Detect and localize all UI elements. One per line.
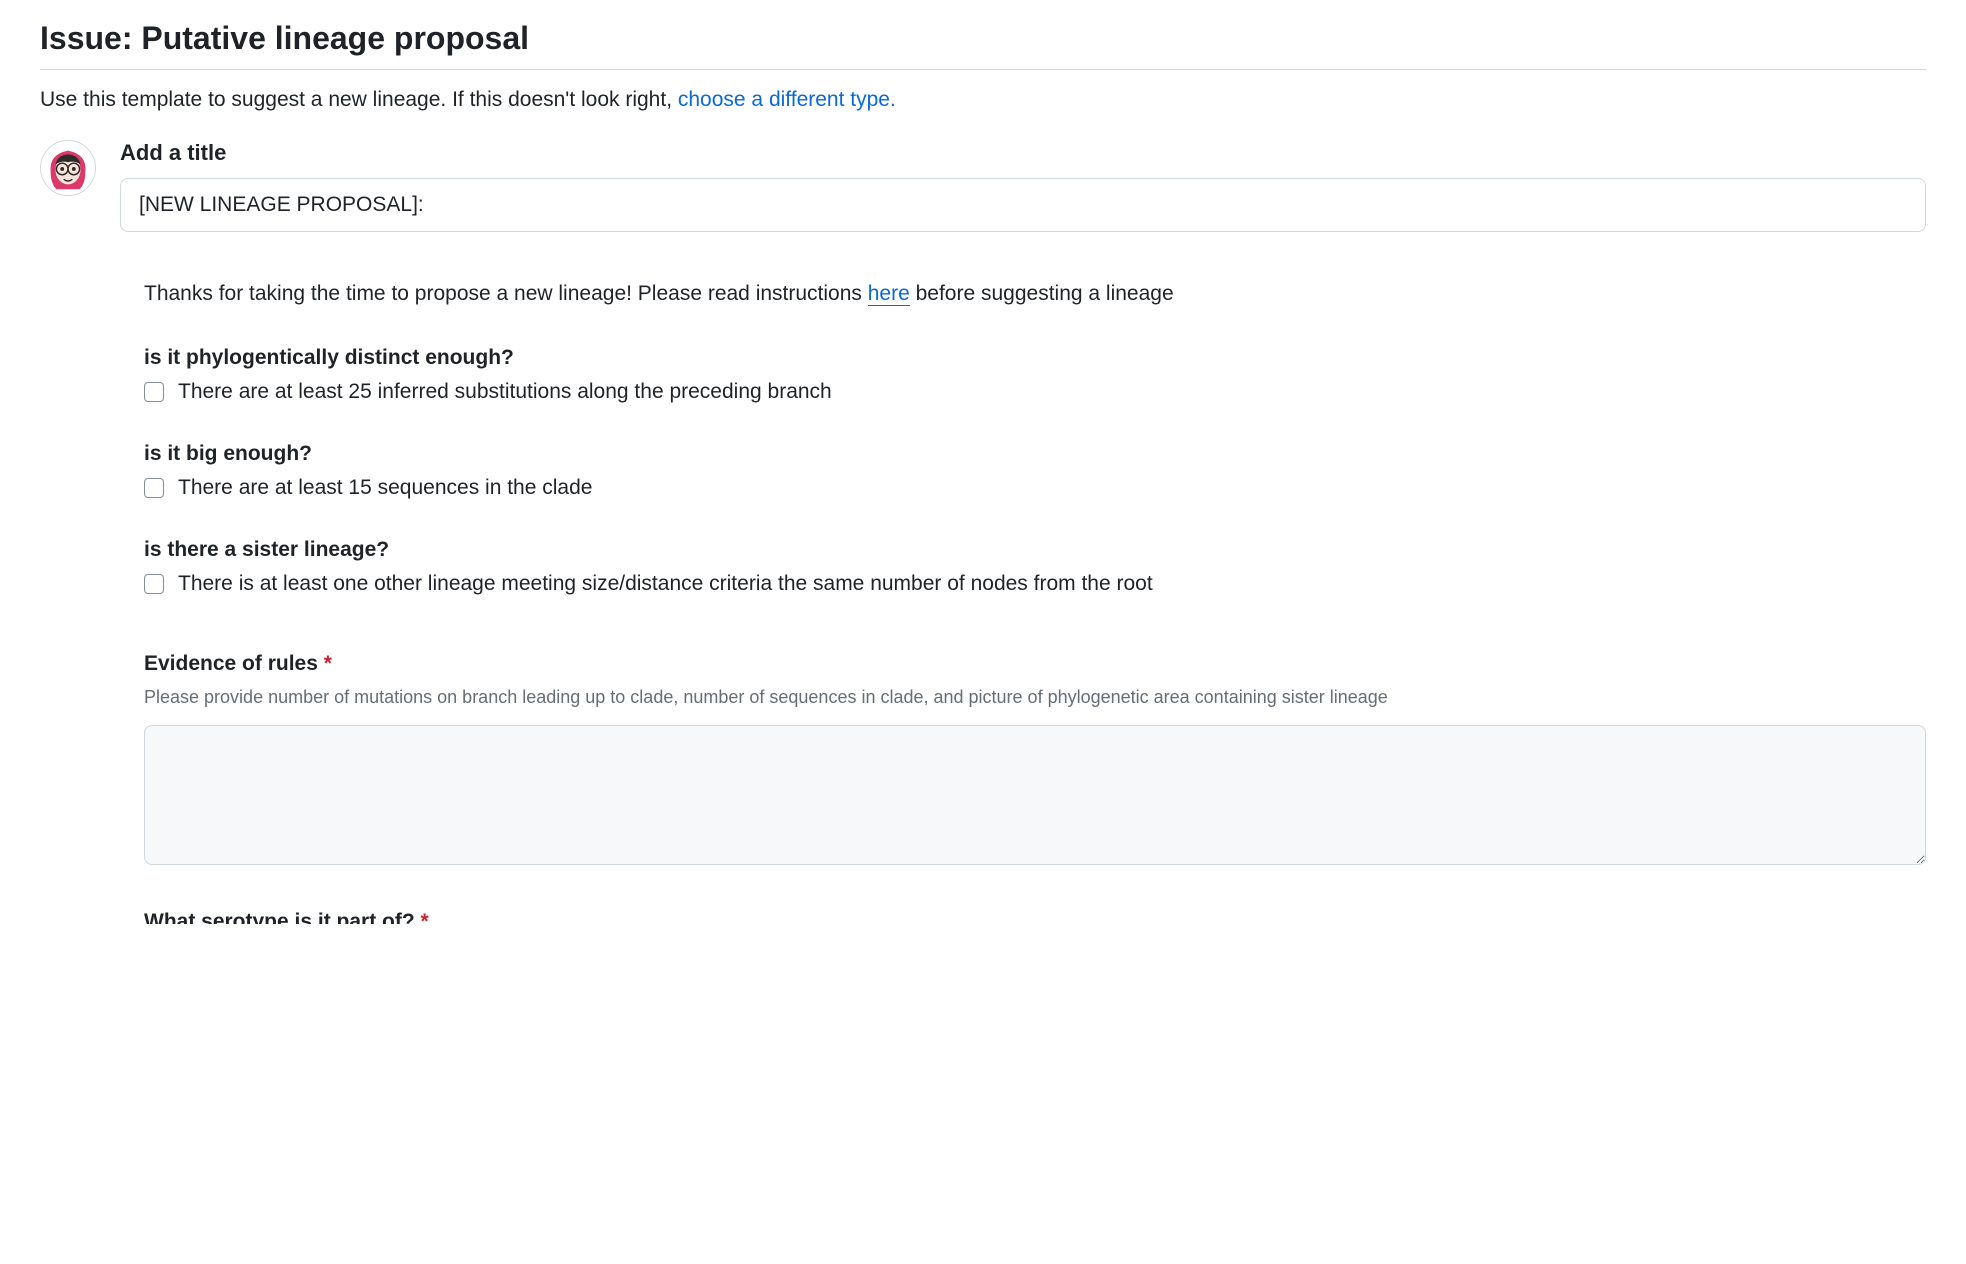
checkbox-label[interactable]: There are at least 15 sequences in the c… — [178, 476, 592, 500]
question-big-enough: is it big enough? There are at least 15 … — [144, 442, 1926, 500]
evidence-help-text: Please provide number of mutations on br… — [144, 684, 1926, 711]
question-phylo-distinct: is it phylogentically distinct enough? T… — [144, 346, 1926, 404]
checkbox-phylo-distinct[interactable] — [144, 382, 164, 402]
subtitle: Use this template to suggest a new linea… — [40, 88, 1926, 112]
intro-text-before: Thanks for taking the time to propose a … — [144, 282, 868, 305]
serotype-label: What serotype is it part of? * — [144, 910, 1926, 924]
question-sister-lineage: is there a sister lineage? There is at l… — [144, 538, 1926, 596]
evidence-textarea[interactable] — [144, 725, 1926, 865]
evidence-field-block: Evidence of rules * Please provide numbe… — [144, 652, 1926, 870]
checkbox-label[interactable]: There is at least one other lineage meet… — [178, 572, 1153, 596]
required-star-icon: * — [324, 652, 332, 675]
serotype-label-text: What serotype is it part of? — [144, 910, 415, 924]
title-input[interactable] — [120, 178, 1926, 232]
required-star-icon: * — [421, 910, 429, 924]
intro-text-after: before suggesting a lineage — [910, 282, 1174, 305]
avatar[interactable] — [40, 140, 96, 196]
title-label: Add a title — [120, 140, 1926, 166]
evidence-label: Evidence of rules * — [144, 652, 1926, 676]
choose-different-type-link[interactable]: choose a different type. — [678, 88, 896, 111]
checkbox-sister-lineage[interactable] — [144, 574, 164, 594]
subtitle-text: Use this template to suggest a new linea… — [40, 88, 678, 111]
checkbox-label[interactable]: There are at least 25 inferred substitut… — [178, 380, 832, 404]
evidence-label-text: Evidence of rules — [144, 652, 318, 675]
question-heading: is it big enough? — [144, 442, 1926, 466]
question-heading: is there a sister lineage? — [144, 538, 1926, 562]
page-title: Issue: Putative lineage proposal — [40, 20, 1926, 70]
intro-text: Thanks for taking the time to propose a … — [144, 282, 1926, 306]
checkbox-big-enough[interactable] — [144, 478, 164, 498]
question-heading: is it phylogentically distinct enough? — [144, 346, 1926, 370]
instructions-link[interactable]: here — [868, 282, 910, 306]
